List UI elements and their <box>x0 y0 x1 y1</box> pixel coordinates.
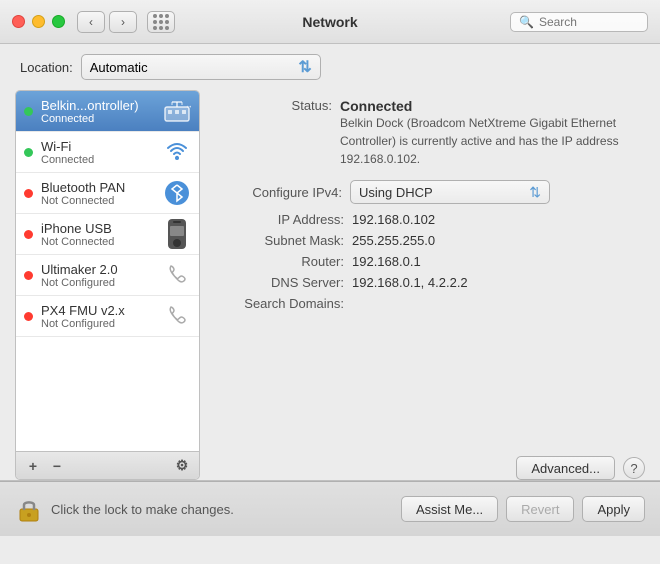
configure-ipv4-row: Configure IPv4: Using DHCP ⇅ <box>212 180 645 204</box>
status-dot-green <box>24 148 33 157</box>
item-name: Belkin...ontroller) <box>41 98 155 113</box>
status-dot-red <box>24 271 33 280</box>
chevron-updown-icon: ⇅ <box>529 184 541 201</box>
location-bar: Location: Automatic ⇅ <box>0 44 660 90</box>
list-item[interactable]: Bluetooth PAN Not Connected <box>16 173 199 214</box>
status-section: Status: Connected Belkin Dock (Broadcom … <box>212 90 645 168</box>
phone-handset-icon <box>163 302 191 330</box>
phone-handset-icon <box>163 261 191 289</box>
forward-button[interactable]: › <box>109 11 137 33</box>
network-items: Belkin...ontroller) Connected ↔ <box>16 91 199 451</box>
ip-address-row: IP Address: 192.168.0.102 <box>212 212 645 227</box>
revert-button[interactable]: Revert <box>506 496 574 522</box>
status-dot-red <box>24 230 33 239</box>
status-row: Status: Connected Belkin Dock (Broadcom … <box>212 98 645 168</box>
ip-address-label: IP Address: <box>212 212 352 227</box>
assist-me-button[interactable]: Assist Me... <box>401 496 498 522</box>
help-button[interactable]: ? <box>623 457 645 479</box>
advanced-row: Advanced... ? <box>212 446 645 480</box>
detail-panel: Status: Connected Belkin Dock (Broadcom … <box>212 90 645 480</box>
item-status: Not Connected <box>41 195 155 207</box>
subnet-mask-value: 255.255.255.0 <box>352 233 435 248</box>
add-network-button[interactable]: + <box>22 456 44 476</box>
ip-address-value: 192.168.0.102 <box>352 212 435 227</box>
item-status: Not Configured <box>41 277 155 289</box>
search-domains-label: Search Domains: <box>212 296 352 311</box>
search-icon: 🔍 <box>519 15 534 29</box>
router-row: Router: 192.168.0.1 <box>212 254 645 269</box>
status-description: Belkin Dock (Broadcom NetXtreme Gigabit … <box>340 116 619 166</box>
apply-button[interactable]: Apply <box>582 496 645 522</box>
window-title: Network <box>302 14 357 30</box>
minimize-button[interactable] <box>32 15 45 28</box>
network-list-panel: Belkin...ontroller) Connected ↔ <box>15 90 200 480</box>
traffic-lights <box>12 15 65 28</box>
configure-ipv4-dropdown[interactable]: Using DHCP ⇅ <box>350 180 550 204</box>
location-label: Location: <box>20 60 73 75</box>
bottom-bar: Click the lock to make changes. Assist M… <box>0 481 660 536</box>
svg-text:↔: ↔ <box>185 101 191 110</box>
search-box[interactable]: 🔍 <box>510 12 648 32</box>
lock-icon[interactable] <box>15 495 43 523</box>
iphone-icon <box>163 220 191 248</box>
bluetooth-icon <box>163 179 191 207</box>
status-dot-red <box>24 189 33 198</box>
location-value: Automatic <box>90 60 148 75</box>
chevron-updown-icon: ⇅ <box>298 57 311 77</box>
configure-ipv4-label: Configure IPv4: <box>212 185 342 200</box>
router-label: Router: <box>212 254 352 269</box>
list-item[interactable]: Belkin...ontroller) Connected ↔ <box>16 91 199 132</box>
apps-grid-button[interactable] <box>147 11 175 33</box>
dns-server-row: DNS Server: 192.168.0.1, 4.2.2.2 <box>212 275 645 290</box>
remove-network-button[interactable]: − <box>46 456 68 476</box>
item-name: Bluetooth PAN <box>41 180 155 195</box>
dns-server-label: DNS Server: <box>212 275 352 290</box>
item-name: Ultimaker 2.0 <box>41 262 155 277</box>
list-item[interactable]: PX4 FMU v2.x Not Configured <box>16 296 199 337</box>
maximize-button[interactable] <box>52 15 65 28</box>
item-status: Not Connected <box>41 236 155 248</box>
status-dot-red <box>24 312 33 321</box>
item-status: Not Configured <box>41 318 155 330</box>
titlebar: ‹ › Network 🔍 <box>0 0 660 44</box>
item-name: iPhone USB <box>41 221 155 236</box>
back-button[interactable]: ‹ <box>77 11 105 33</box>
list-controls: + − ⚙ <box>16 451 199 479</box>
dns-server-value: 192.168.0.1, 4.2.2.2 <box>352 275 468 290</box>
network-settings-gear-button[interactable]: ⚙ <box>171 456 193 476</box>
nav-buttons: ‹ › <box>77 11 137 33</box>
configure-ipv4-value: Using DHCP <box>359 185 433 200</box>
item-status: Connected <box>41 113 155 125</box>
status-dot-green <box>24 107 33 116</box>
search-input[interactable] <box>539 15 639 29</box>
ethernet-icon: ↔ <box>163 97 191 125</box>
lock-text: Click the lock to make changes. <box>51 502 393 517</box>
list-item[interactable]: Wi-Fi Connected <box>16 132 199 173</box>
status-label: Status: <box>212 98 332 113</box>
item-status: Connected <box>41 154 155 166</box>
item-name: Wi-Fi <box>41 139 155 154</box>
wifi-icon <box>163 138 191 166</box>
status-value: Connected <box>340 98 412 114</box>
main-content: Belkin...ontroller) Connected ↔ <box>0 90 660 480</box>
list-item[interactable]: iPhone USB Not Connected <box>16 214 199 255</box>
search-domains-row: Search Domains: <box>212 296 645 311</box>
item-name: PX4 FMU v2.x <box>41 303 155 318</box>
list-item[interactable]: Ultimaker 2.0 Not Configured <box>16 255 199 296</box>
router-value: 192.168.0.1 <box>352 254 421 269</box>
subnet-mask-label: Subnet Mask: <box>212 233 352 248</box>
location-dropdown[interactable]: Automatic ⇅ <box>81 54 321 80</box>
advanced-button[interactable]: Advanced... <box>516 456 615 480</box>
close-button[interactable] <box>12 15 25 28</box>
subnet-mask-row: Subnet Mask: 255.255.255.0 <box>212 233 645 248</box>
